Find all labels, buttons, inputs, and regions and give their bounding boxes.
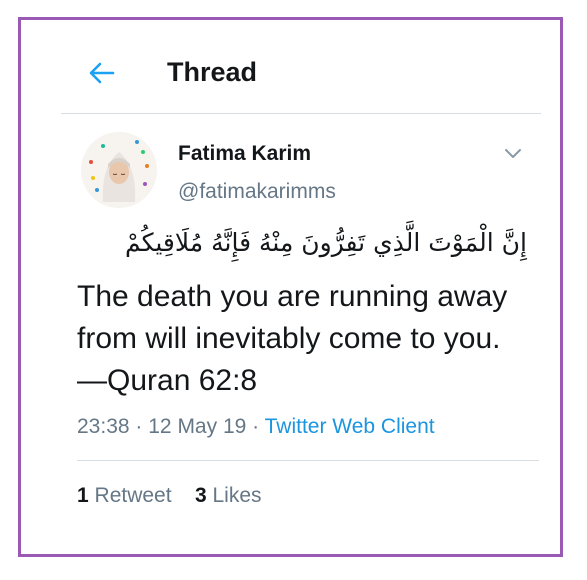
tweet-client-link[interactable]: Twitter Web Client bbox=[265, 415, 435, 438]
stats-divider bbox=[77, 460, 539, 461]
author-handle[interactable]: @fatimakarimms bbox=[178, 180, 336, 204]
avatar[interactable] bbox=[81, 132, 157, 208]
thread-card: Thread Fatima Karim @fatimakarimms إِنَّ… bbox=[18, 17, 563, 557]
tweet-arabic-text: إِنَّ الْمَوْتَ الَّذِي تَفِرُّونَ مِنْه… bbox=[124, 228, 527, 257]
tweet-text: The death you are running away from will… bbox=[77, 280, 508, 397]
meta-separator: · bbox=[252, 415, 260, 438]
tweet-meta: 23:38 · 12 May 19 · Twitter Web Client bbox=[77, 415, 435, 439]
page-title: Thread bbox=[167, 57, 258, 87]
like-stat[interactable]: 3 Likes bbox=[195, 484, 262, 507]
arrow-left-icon[interactable] bbox=[89, 62, 115, 84]
tweet-time: 23:38 bbox=[77, 415, 130, 438]
like-count: 3 bbox=[194, 484, 207, 507]
meta-separator: · bbox=[135, 415, 143, 438]
retweet-stat[interactable]: 1 Retweet bbox=[77, 484, 177, 507]
tweet-date[interactable]: 12 May 19 bbox=[148, 415, 246, 438]
retweet-count: 1 bbox=[77, 484, 89, 507]
author-name[interactable]: Fatima Karim bbox=[178, 142, 311, 166]
like-label: Likes bbox=[212, 484, 262, 507]
retweet-label: Retweet bbox=[94, 484, 172, 507]
header-divider bbox=[61, 113, 541, 114]
tweet-stats: 1 Retweet 3 Likes bbox=[77, 484, 262, 508]
chevron-down-icon[interactable] bbox=[503, 146, 523, 160]
header: Thread bbox=[21, 20, 560, 116]
